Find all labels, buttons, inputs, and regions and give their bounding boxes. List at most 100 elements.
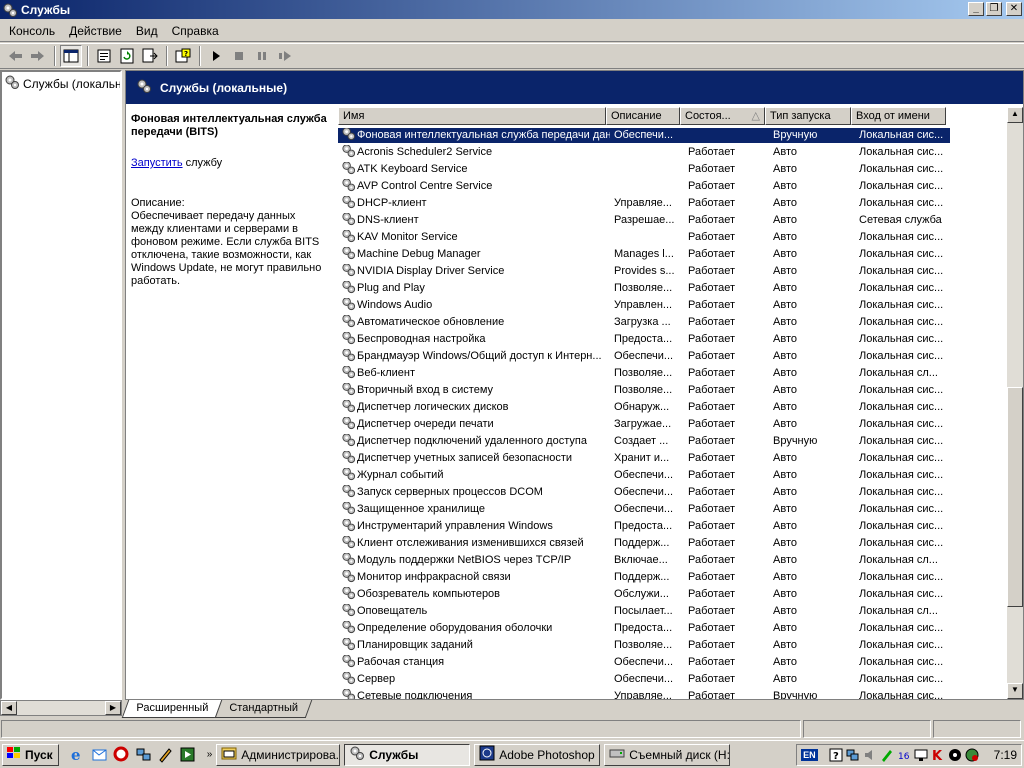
service-row[interactable]: Беспроводная настройка Предоста... Работае…: [338, 331, 1006, 348]
service-row[interactable]: Брандмауэр Windows/Общий доступ к Интерн…: [338, 348, 1006, 365]
tool-tray-icon[interactable]: [880, 748, 894, 762]
service-row[interactable]: Клиент отслеживания изменившихся связей П…: [338, 535, 1006, 552]
service-row[interactable]: Фоновая интеллектуальная служба передачи…: [338, 127, 1006, 144]
service-row[interactable]: DNS-клиент Разрешае... Работает Авто Сетевая…: [338, 212, 1006, 229]
close-button[interactable]: ✕: [1006, 2, 1022, 16]
service-row[interactable]: Монитор инфракрасной связи Поддерж... Рабо…: [338, 569, 1006, 586]
service-row[interactable]: ATK Keyboard Service Работает Авто Локальна…: [338, 161, 1006, 178]
media-tray-icon[interactable]: [948, 748, 962, 762]
pause-service-icon[interactable]: [251, 45, 273, 67]
column-header-state[interactable]: Состоя... △: [680, 107, 765, 125]
menu-console[interactable]: Консоль: [2, 22, 62, 40]
service-row[interactable]: Диспетчер логических дисков Обнаруж... Раб…: [338, 399, 1006, 416]
menu-view[interactable]: Вид: [129, 22, 165, 40]
restore-button[interactable]: ❐: [986, 2, 1002, 16]
service-row[interactable]: Автоматическое обновление Загрузка ... Раб…: [338, 314, 1006, 331]
service-row[interactable]: Сервер Обеспечи... Работает Авто Локальная с…: [338, 671, 1006, 688]
column-header-name[interactable]: Имя: [338, 107, 606, 125]
outlook-express-icon[interactable]: [91, 746, 108, 763]
service-row[interactable]: Machine Debug Manager Manages l... Работае…: [338, 246, 1006, 263]
tab-extended[interactable]: Расширенный: [121, 700, 223, 718]
service-gear-icon: [341, 553, 356, 568]
service-row[interactable]: Диспетчер очереди печати Загружае... Работ…: [338, 416, 1006, 433]
scroll-left-icon[interactable]: ◀: [1, 701, 17, 715]
service-row[interactable]: Plug and Play Позволяе... Работает Авто Лока…: [338, 280, 1006, 297]
forward-arrow-icon[interactable]: [27, 45, 49, 67]
service-name-cell: Диспетчер очереди печати: [338, 417, 610, 432]
service-row[interactable]: Диспетчер подключений удаленного доступа…: [338, 433, 1006, 450]
list-rows: Фоновая интеллектуальная служба передачи…: [338, 127, 1006, 699]
column-header-logon[interactable]: Вход от имени: [851, 107, 946, 125]
service-row[interactable]: Обозреватель компьютеров Обслужи... Работа…: [338, 586, 1006, 603]
scroll-down-icon[interactable]: ▼: [1007, 683, 1023, 699]
start-button[interactable]: Пуск: [2, 743, 59, 766]
tool-icon[interactable]: [157, 746, 174, 763]
service-row[interactable]: AVP Control Centre Service Работает Авто Ло…: [338, 178, 1006, 195]
task-admin-tools[interactable]: Администрирова...: [216, 743, 341, 766]
monitor-tray-icon[interactable]: [914, 748, 928, 762]
language-indicator[interactable]: EN: [801, 749, 818, 761]
service-row[interactable]: Инструментарий управления Windows Предост…: [338, 518, 1006, 535]
windows-logo-icon: [6, 746, 22, 763]
service-row[interactable]: Веб-клиент Позволяе... Работает Авто Локальн…: [338, 365, 1006, 382]
task-removable-disk[interactable]: Съемный диск (H:): [604, 743, 731, 766]
service-row[interactable]: Acronis Scheduler2 Service Работает Авто Ло…: [338, 144, 1006, 161]
service-row[interactable]: Сетевые подключения Управляе... Работает Вр…: [338, 688, 1006, 699]
service-gear-icon: [341, 383, 356, 398]
start-service-link[interactable]: Запустить: [131, 157, 183, 169]
network-icon[interactable]: [135, 746, 152, 763]
service-row[interactable]: Оповещатель Посылает... Работает Авто Локаль…: [338, 603, 1006, 620]
task-photoshop[interactable]: Adobe Photoshop: [474, 743, 601, 766]
service-row[interactable]: Модуль поддержки NetBIOS через TCP/IP Вкл…: [338, 552, 1006, 569]
console-tree: Службы (локальны: [0, 70, 122, 700]
update-tray-icon[interactable]: 16: [897, 748, 911, 762]
volume-tray-icon[interactable]: [863, 748, 877, 762]
service-row[interactable]: Журнал событий Обеспечи... Работает Авто Лок…: [338, 467, 1006, 484]
service-name: Инструментарий управления Windows: [357, 520, 553, 532]
task-services[interactable]: Службы: [344, 743, 471, 766]
tree-item-services-local[interactable]: Службы (локальны: [2, 72, 120, 95]
scroll-up-icon[interactable]: ▲: [1007, 107, 1023, 123]
restart-service-icon[interactable]: [274, 45, 296, 67]
service-row[interactable]: KAV Monitor Service Работает Авто Локальная…: [338, 229, 1006, 246]
service-row[interactable]: Рабочая станция Обеспечи... Работает Авто Ло…: [338, 654, 1006, 671]
opera-icon[interactable]: [113, 746, 130, 763]
media-icon[interactable]: [179, 746, 196, 763]
properties-icon[interactable]: [93, 45, 115, 67]
minimize-button[interactable]: _: [968, 2, 984, 16]
service-row[interactable]: Вторичный вход в систему Позволяе... Работ…: [338, 382, 1006, 399]
start-service-icon[interactable]: [205, 45, 227, 67]
service-description: Обеспечи...: [614, 673, 674, 685]
column-header-startup[interactable]: Тип запуска: [765, 107, 851, 125]
service-description: Обеспечи...: [614, 656, 674, 668]
list-vertical-scrollbar[interactable]: ▲ ▼: [1007, 107, 1023, 699]
stop-service-icon[interactable]: [228, 45, 250, 67]
service-row[interactable]: DHCP-клиент Управляе... Работает Авто Локаль…: [338, 195, 1006, 212]
tree-horizontal-scrollbar[interactable]: ◀ ▶: [0, 700, 122, 716]
network-tray-icon[interactable]: [846, 748, 860, 762]
globe-tray-icon[interactable]: [965, 748, 979, 762]
service-row[interactable]: Запуск серверных процессов DCOM Обеспечи.…: [338, 484, 1006, 501]
back-arrow-icon[interactable]: [4, 45, 26, 67]
service-row[interactable]: Windows Audio Управлен... Работает Авто Лока…: [338, 297, 1006, 314]
status-panel-main: [1, 720, 801, 738]
menu-help[interactable]: Справка: [165, 22, 226, 40]
quick-launch-more-icon[interactable]: »: [207, 749, 213, 760]
service-row[interactable]: Определение оборудования оболочки Предост…: [338, 620, 1006, 637]
menu-action[interactable]: Действие: [62, 22, 129, 40]
scroll-thumb[interactable]: [1007, 387, 1023, 607]
show-console-tree-icon[interactable]: [60, 45, 82, 67]
column-header-description[interactable]: Описание: [606, 107, 680, 125]
kaspersky-icon[interactable]: K: [931, 748, 945, 764]
internet-explorer-icon[interactable]: e: [69, 746, 86, 764]
service-row[interactable]: Защищенное хранилище Обеспечи... Работает А…: [338, 501, 1006, 518]
help-tray-icon[interactable]: ?: [829, 748, 843, 762]
tab-standard[interactable]: Стандартный: [214, 700, 312, 718]
refresh-icon[interactable]: [116, 45, 138, 67]
service-row[interactable]: Планировщик заданий Позволяе... Работает Ав…: [338, 637, 1006, 654]
service-row[interactable]: NVIDIA Display Driver Service Provides s.…: [338, 263, 1006, 280]
service-row[interactable]: Диспетчер учетных записей безопасности Хр…: [338, 450, 1006, 467]
help-icon[interactable]: ?: [172, 45, 194, 67]
export-list-icon[interactable]: [139, 45, 161, 67]
scroll-right-icon[interactable]: ▶: [105, 701, 121, 715]
